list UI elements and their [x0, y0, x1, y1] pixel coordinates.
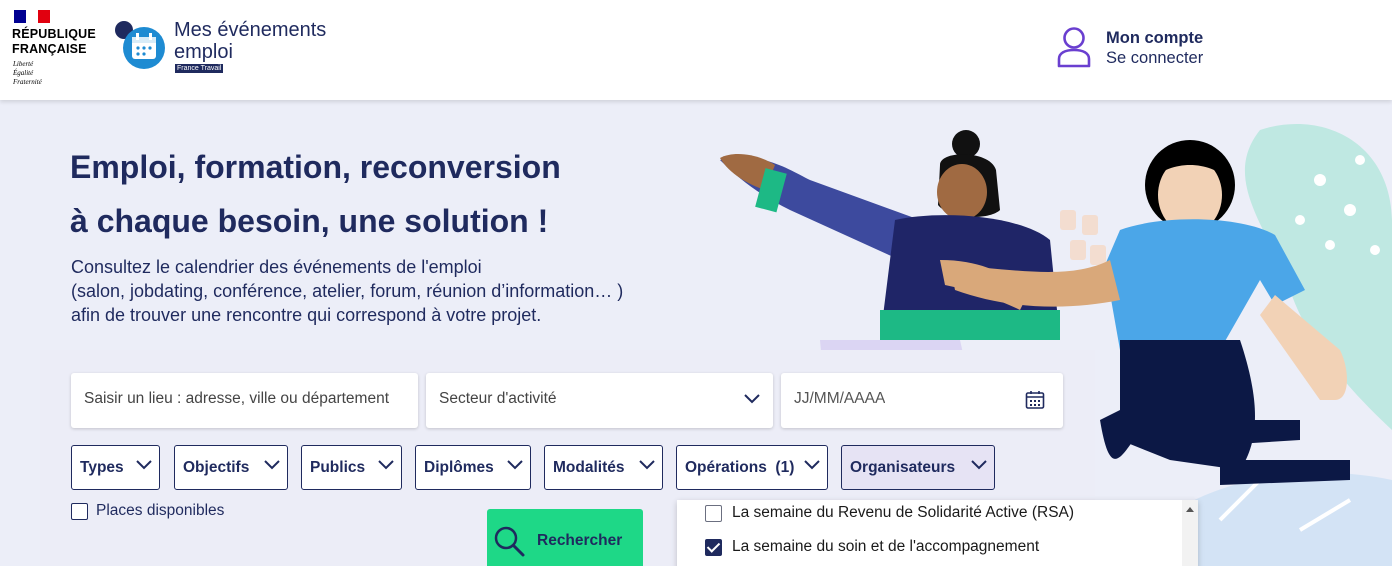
hero-desc-line2: (salon, jobdating, conférence, atelier, …	[71, 281, 624, 301]
hero-description: Consultez le calendrier des événements d…	[71, 255, 751, 327]
sector-placeholder: Secteur d'activité	[439, 390, 557, 407]
sector-select[interactable]: Secteur d'activité	[426, 373, 773, 428]
chevron-down-icon	[971, 460, 987, 470]
location-placeholder: Saisir un lieu : adresse, ville ou dépar…	[84, 390, 389, 407]
brand-subtitle: France Travail	[175, 64, 224, 73]
operation-option-rsa-checkbox[interactable]	[705, 504, 722, 522]
filter-operations-label: Opérations (1)	[685, 458, 795, 476]
hero-title-line2: à chaque besoin, une solution !	[70, 203, 549, 239]
dropdown-scrollbar[interactable]	[1182, 500, 1198, 566]
filter-objectifs-label: Objectifs	[183, 458, 250, 476]
motto-egalite: Égalité	[13, 69, 34, 77]
filter-types[interactable]: Types	[71, 445, 160, 490]
filter-operations[interactable]: Opérations (1)	[676, 445, 828, 490]
brand-title-line1: Mes événements	[174, 19, 327, 41]
filter-publics[interactable]: Publics	[301, 445, 402, 490]
location-input[interactable]: Saisir un lieu : adresse, ville ou dépar…	[71, 373, 418, 428]
operation-option-soin-checkbox[interactable]	[705, 538, 722, 556]
filter-diplomes-label: Diplômes	[424, 458, 494, 476]
gov-name-line2: FRANÇAISE	[12, 42, 87, 56]
scroll-up-arrow-icon[interactable]	[1186, 507, 1194, 512]
french-flag-icon	[14, 10, 50, 23]
filter-organisateurs-label: Organisateurs	[850, 458, 956, 476]
filter-organisateurs[interactable]: Organisateurs	[841, 445, 995, 490]
chevron-down-icon	[264, 460, 280, 470]
hero-title-line1: Emploi, formation, reconversion	[70, 149, 561, 185]
chevron-down-icon	[744, 394, 760, 404]
operation-option-soin[interactable]: La semaine du soin et de l'accompagnemen…	[705, 537, 1039, 557]
site-header: RÉPUBLIQUE FRANÇAISE Liberté Égalité Fra…	[0, 0, 1392, 100]
chevron-down-icon	[804, 460, 820, 470]
search-button[interactable]: Rechercher	[487, 509, 643, 566]
gov-name-line1: RÉPUBLIQUE	[12, 27, 96, 41]
chevron-down-icon	[507, 460, 523, 470]
user-icon	[1057, 27, 1091, 68]
operation-option-rsa[interactable]: La semaine du Revenu de Solidarité Activ…	[705, 503, 1074, 523]
login-link[interactable]: Se connecter	[1106, 49, 1203, 68]
search-button-label: Rechercher	[537, 532, 623, 549]
calendar-logo-icon[interactable]	[114, 20, 166, 70]
filter-types-label: Types	[80, 458, 124, 476]
filter-modalites[interactable]: Modalités	[544, 445, 663, 490]
date-placeholder: JJ/MM/AAAA	[794, 390, 886, 407]
chevron-down-icon	[639, 460, 655, 470]
account-link[interactable]: Mon compte Se connecter	[1056, 26, 1236, 74]
filter-modalites-label: Modalités	[553, 458, 625, 476]
hero-desc-line3: afin de trouver une rencontre qui corres…	[71, 305, 542, 325]
operation-option-soin-label: La semaine du soin et de l'accompagnemen…	[732, 538, 1040, 555]
hero-desc-line1: Consultez le calendrier des événements d…	[71, 257, 482, 277]
motto-fraternite: Fraternité	[13, 78, 42, 86]
date-input[interactable]: JJ/MM/AAAA	[781, 373, 1063, 428]
operations-dropdown[interactable]: La semaine du Revenu de Solidarité Activ…	[677, 500, 1198, 566]
motto-liberte: Liberté	[13, 60, 34, 68]
places-label: Places disponibles	[96, 502, 225, 519]
republique-francaise-logo[interactable]: RÉPUBLIQUE FRANÇAISE	[12, 27, 96, 57]
hero-title: Emploi, formation, reconversion à chaque…	[70, 140, 710, 248]
calendar-icon[interactable]	[1025, 390, 1045, 410]
chevron-down-icon	[378, 460, 394, 470]
chevron-down-icon	[136, 460, 152, 470]
gov-motto: Liberté Égalité Fraternité	[13, 60, 42, 87]
operation-option-rsa-label: La semaine du Revenu de Solidarité Activ…	[732, 504, 1075, 521]
search-icon	[494, 526, 525, 557]
filter-objectifs[interactable]: Objectifs	[174, 445, 288, 490]
places-disponibles-checkbox[interactable]: Places disponibles	[71, 501, 224, 521]
brand-title-line2: emploi	[174, 41, 233, 63]
brand-title[interactable]: Mes événements emploi	[174, 19, 326, 63]
filter-publics-label: Publics	[310, 458, 366, 476]
places-checkbox-box[interactable]	[71, 502, 88, 520]
filter-diplomes[interactable]: Diplômes	[415, 445, 531, 490]
account-title: Mon compte	[1106, 29, 1204, 47]
